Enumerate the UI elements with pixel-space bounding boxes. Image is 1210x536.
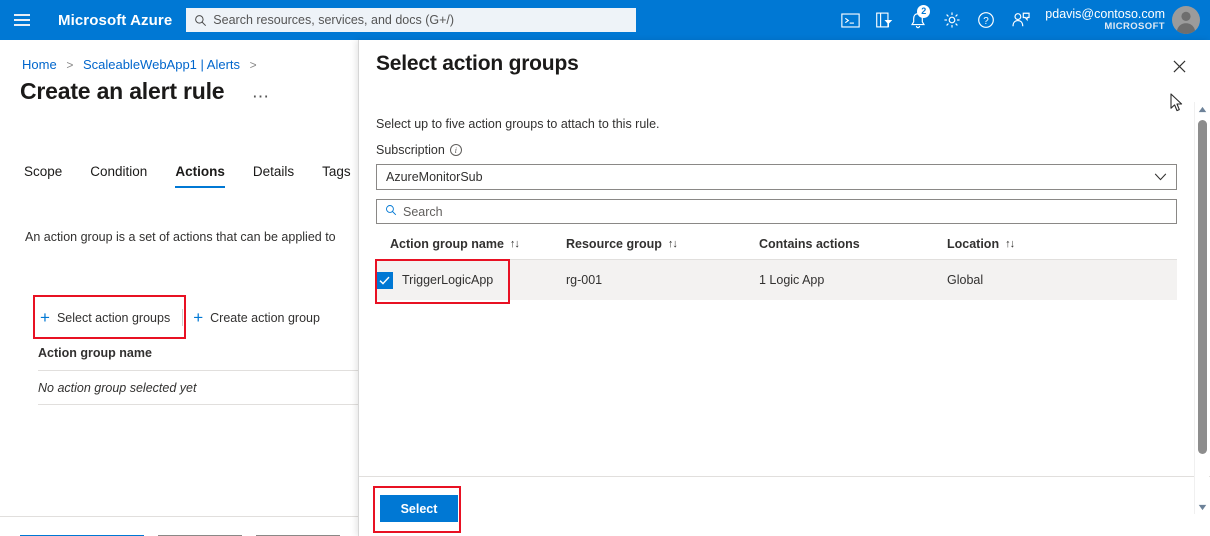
action-group-empty-message: No action group selected yet — [38, 381, 197, 395]
scroll-up-arrow-icon[interactable] — [1195, 102, 1210, 116]
tab-details[interactable]: Details — [239, 160, 308, 188]
breadcrumb-separator: > — [66, 58, 74, 72]
breadcrumb: Home > ScaleableWebApp1 | Alerts > — [22, 57, 263, 72]
subscription-label: Subscription i — [376, 143, 462, 157]
tab-tags[interactable]: Tags — [308, 160, 358, 188]
breadcrumb-separator: > — [249, 58, 257, 72]
account-menu[interactable]: pdavis@contoso.com MICROSOFT — [1045, 6, 1200, 34]
sort-updown-icon: ↑↓ — [667, 237, 678, 250]
wizard-tabs: Scope Condition Actions Details Tags — [22, 160, 358, 188]
column-header-contains-actions: Contains actions — [759, 237, 947, 251]
column-label: Contains actions — [759, 236, 860, 251]
panel-description: Select up to five action groups to attac… — [376, 117, 660, 131]
cell-action-group-name: TriggerLogicApp — [376, 271, 566, 289]
plus-icon: + — [40, 308, 50, 327]
action-groups-table: Action group name ↑↓ Resource group ↑↓ C… — [376, 228, 1177, 300]
azure-brand-title[interactable]: Microsoft Azure — [58, 12, 172, 29]
search-icon — [194, 14, 207, 27]
scrollbar-thumb[interactable] — [1198, 120, 1207, 454]
breadcrumb-item-home[interactable]: Home — [22, 57, 57, 72]
panel-footer-buttons: Select — [380, 495, 458, 522]
table-row[interactable]: TriggerLogicApp rg-001 1 Logic App Globa… — [376, 260, 1177, 300]
actions-description: An action group is a set of actions that… — [25, 230, 336, 244]
avatar[interactable] — [1172, 6, 1200, 34]
page-title: Create an alert rule — [20, 78, 225, 104]
feedback-person-icon[interactable] — [1003, 0, 1037, 40]
panel-title: Select action groups — [376, 52, 579, 75]
create-alert-rule-blade: Home > ScaleableWebApp1 | Alerts > Creat… — [0, 40, 358, 536]
subscription-dropdown[interactable]: AzureMonitorSub — [376, 164, 1177, 190]
sort-updown-icon: ↑↓ — [1005, 237, 1015, 250]
search-icon — [385, 203, 397, 221]
column-header-location[interactable]: Location ↑↓ — [947, 237, 1127, 251]
action-group-name-column-header: Action group name — [38, 346, 152, 360]
more-options-icon[interactable]: ⋯ — [252, 88, 270, 105]
select-action-groups-label: Select action groups — [56, 310, 171, 325]
settings-gear-icon[interactable] — [935, 0, 969, 40]
action-group-command-bar: + Select action groups + Create action g… — [38, 306, 330, 329]
command-separator — [182, 309, 184, 326]
select-action-groups-button[interactable]: + Select action groups — [38, 306, 180, 329]
cloud-shell-icon[interactable] — [833, 0, 867, 40]
svg-text:?: ? — [984, 16, 990, 27]
panel-scrollbar[interactable] — [1194, 102, 1209, 514]
breadcrumb-item-alerts[interactable]: ScaleableWebApp1 | Alerts — [83, 57, 240, 72]
blade-footer-divider — [0, 516, 358, 517]
row-checkbox[interactable] — [376, 271, 393, 289]
action-group-search-box[interactable] — [376, 199, 1177, 224]
chevron-down-icon — [1154, 170, 1167, 184]
column-label: Location — [947, 236, 1000, 251]
column-label: Resource group — [566, 236, 662, 251]
select-button[interactable]: Select — [380, 495, 458, 522]
azure-portal-screen: Microsoft Azure Search resources, servic… — [0, 0, 1210, 536]
global-search-box[interactable] — [186, 8, 637, 32]
account-text: pdavis@contoso.com MICROSOFT — [1045, 7, 1165, 32]
close-icon[interactable] — [1168, 55, 1190, 77]
hamburger-icon[interactable] — [0, 0, 44, 40]
account-org: MICROSOFT — [1104, 20, 1165, 32]
tab-condition[interactable]: Condition — [76, 160, 161, 188]
global-search-input[interactable] — [213, 13, 629, 27]
create-action-group-label: Create action group — [210, 310, 320, 325]
directory-filter-icon[interactable] — [867, 0, 901, 40]
table-header-row: Action group name ↑↓ Resource group ↑↓ C… — [376, 228, 1177, 259]
account-email: pdavis@contoso.com — [1045, 7, 1165, 22]
subscription-selected-value: AzureMonitorSub — [386, 170, 483, 184]
tab-scope[interactable]: Scope — [22, 160, 76, 188]
cell-location: Global — [947, 273, 984, 287]
help-question-icon[interactable]: ? — [969, 0, 1003, 40]
cell-resource-group: rg-001 — [566, 273, 603, 287]
header-actions: 2 ? pdavis@contoso.com MICROSOFT — [833, 0, 1210, 40]
table-divider — [38, 404, 358, 405]
scroll-down-arrow-icon[interactable] — [1195, 500, 1210, 514]
select-action-groups-panel: Select action groups Select up to five a… — [358, 40, 1210, 536]
sort-updown-icon: ↑↓ — [509, 237, 520, 250]
plus-icon: + — [193, 308, 204, 327]
action-group-search-input[interactable] — [403, 204, 1168, 219]
notification-count-badge: 2 — [917, 5, 931, 18]
create-action-group-button[interactable]: + Create action group — [191, 306, 330, 329]
action-group-name-text: TriggerLogicApp — [402, 273, 494, 287]
column-label: Action group name — [390, 236, 504, 251]
column-header-action-group-name[interactable]: Action group name ↑↓ — [376, 237, 566, 251]
tab-actions[interactable]: Actions — [161, 160, 239, 188]
column-header-resource-group[interactable]: Resource group ↑↓ — [566, 237, 759, 251]
global-header: Microsoft Azure Search resources, servic… — [0, 0, 1210, 40]
cell-contains-actions: 1 Logic App — [759, 273, 825, 287]
subscription-label-text: Subscription — [376, 143, 445, 157]
notifications-bell-icon[interactable]: 2 — [901, 0, 935, 40]
info-icon[interactable]: i — [449, 144, 462, 156]
panel-footer-divider — [359, 476, 1210, 477]
table-divider — [38, 370, 358, 371]
